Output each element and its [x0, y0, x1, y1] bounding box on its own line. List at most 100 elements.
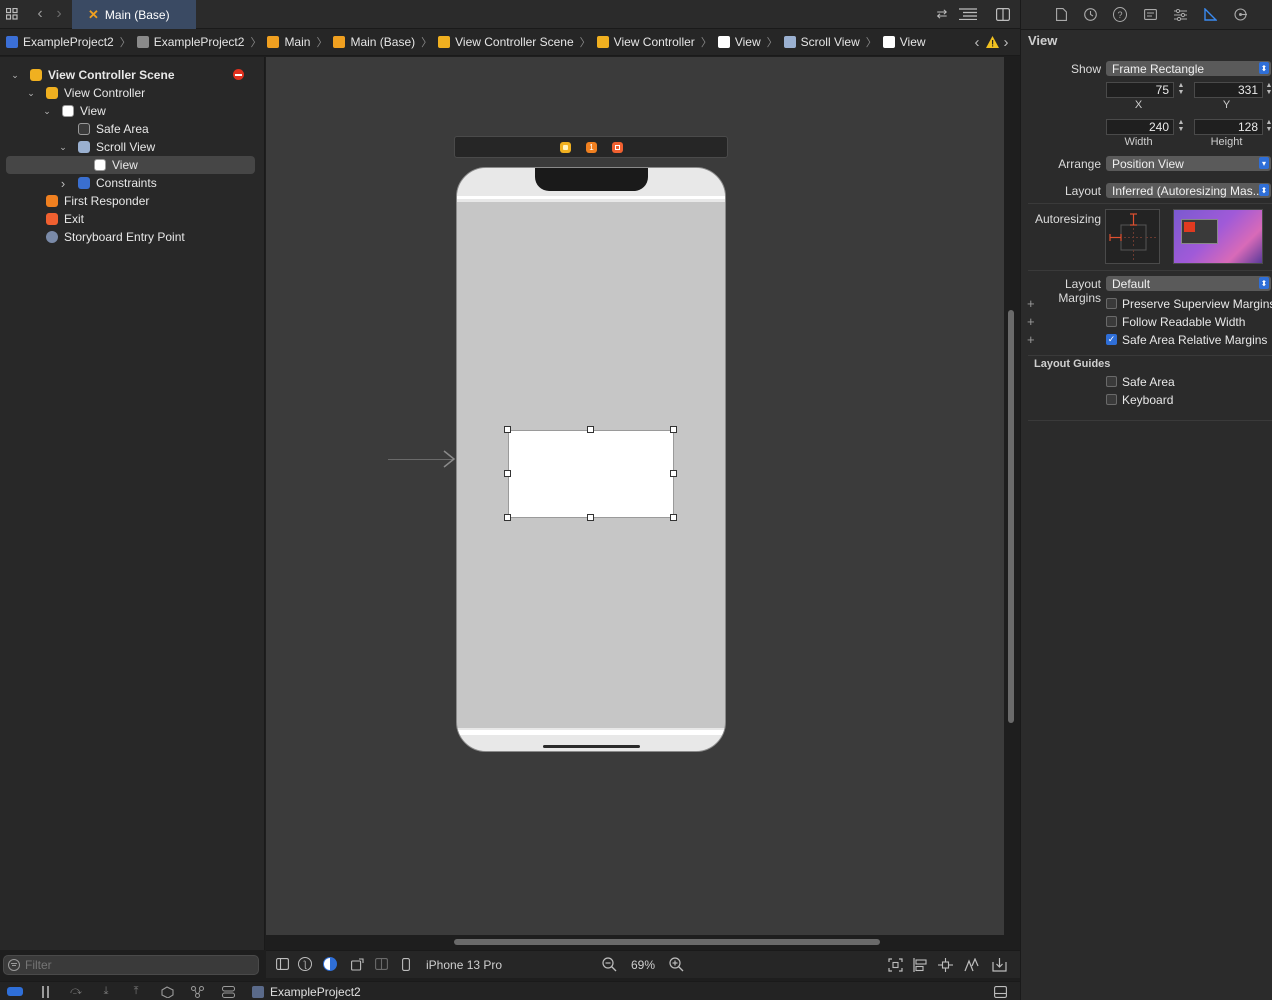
outline-item[interactable]: ⌄ Scroll View: [6, 138, 255, 156]
size-inspector-icon[interactable]: [1203, 7, 1217, 22]
outline-item[interactable]: ⌄ View: [6, 102, 255, 120]
memory-graph-icon[interactable]: [190, 985, 204, 998]
device-icon[interactable]: [401, 957, 411, 971]
view-controller-dock-icon[interactable]: [560, 142, 571, 153]
first-responder-dock-icon[interactable]: 1: [586, 142, 597, 153]
toggle-outline-icon[interactable]: [275, 957, 289, 971]
outline-item[interactable]: › Constraints: [6, 174, 255, 192]
add-constraints-icon[interactable]: [937, 957, 953, 972]
align-icon[interactable]: [912, 957, 928, 972]
disclosure-triangle-icon[interactable]: ⌄: [58, 142, 68, 153]
filter-input[interactable]: [25, 958, 245, 972]
next-issue-chevron-icon[interactable]: ›: [1001, 34, 1011, 51]
environment-overrides-icon[interactable]: [221, 985, 235, 998]
tab-main-base[interactable]: ✕ Main (Base): [72, 0, 196, 29]
console-toggle-icon[interactable]: [7, 987, 23, 996]
zoom-in-icon[interactable]: [668, 957, 684, 972]
breadcrumb-item[interactable]: ExampleProject2: [6, 35, 114, 49]
outline-item[interactable]: View: [6, 156, 255, 174]
outline-item[interactable]: First Responder: [6, 192, 255, 210]
checkbox[interactable]: [1106, 394, 1117, 405]
x-stepper-icon[interactable]: ▲ ▼: [1176, 82, 1186, 98]
disclosure-triangle-icon[interactable]: ⌄: [10, 70, 20, 81]
step-over-icon[interactable]: ⤼: [69, 985, 83, 998]
resize-handle-tl[interactable]: [504, 426, 511, 433]
breadcrumb-item[interactable]: View: [717, 35, 761, 49]
breadcrumb-item[interactable]: View: [882, 35, 926, 49]
resize-handle-tm[interactable]: [587, 426, 594, 433]
appearance-icon[interactable]: [323, 957, 337, 971]
outline-item[interactable]: ⌄ View Controller: [6, 84, 255, 102]
pause-icon[interactable]: [40, 985, 52, 998]
disclosure-triangle-icon[interactable]: ›: [58, 176, 68, 191]
plus-icon[interactable]: +: [1027, 332, 1035, 347]
checkbox[interactable]: ✓: [1106, 334, 1117, 345]
width-field[interactable]: 240: [1106, 119, 1174, 135]
accessibility-icon[interactable]: ƪ: [298, 957, 312, 971]
storyboard-canvas[interactable]: 1: [266, 57, 1014, 945]
history-inspector-icon[interactable]: [1083, 7, 1097, 22]
disclosure-triangle-icon[interactable]: ⌄: [26, 88, 36, 99]
resize-handle-tr[interactable]: [670, 426, 677, 433]
add-editor-icon[interactable]: [995, 7, 1011, 21]
breadcrumb-item[interactable]: Scroll View: [783, 35, 860, 49]
connections-inspector-icon[interactable]: [1233, 7, 1247, 22]
resize-handle-bm[interactable]: [587, 514, 594, 521]
y-field[interactable]: 331: [1194, 82, 1263, 98]
breadcrumb-item[interactable]: Main: [267, 35, 310, 49]
resolve-issues-icon[interactable]: [963, 957, 979, 972]
layout-popup[interactable]: Inferred (Autoresizing Mas... ⬍: [1106, 183, 1271, 198]
forward-chevron-icon[interactable]: ›: [52, 5, 66, 22]
zoom-out-icon[interactable]: [601, 957, 617, 972]
step-into-icon[interactable]: ⤓: [99, 985, 113, 998]
selected-content-view[interactable]: [508, 430, 674, 518]
zoom-level[interactable]: 69%: [631, 958, 655, 972]
attributes-inspector-icon[interactable]: [1173, 7, 1187, 22]
step-out-icon[interactable]: ⤒: [129, 985, 143, 998]
resize-handle-ml[interactable]: [504, 470, 511, 477]
back-chevron-icon[interactable]: ‹: [33, 5, 47, 22]
filter-field[interactable]: [3, 955, 259, 975]
resize-handle-bl[interactable]: [504, 514, 511, 521]
x-field[interactable]: 75: [1106, 82, 1174, 98]
swap-arrows-icon[interactable]: ⇄: [934, 6, 950, 21]
quick-help-icon[interactable]: ?: [1113, 7, 1127, 22]
checkbox[interactable]: [1106, 376, 1117, 387]
arrange-popup[interactable]: Position View ▾: [1106, 156, 1271, 171]
horizontal-scrollbar[interactable]: [454, 939, 880, 945]
breadcrumb-item[interactable]: View Controller Scene: [438, 35, 574, 49]
warning-icon[interactable]: [985, 35, 999, 49]
breadcrumb-item[interactable]: View Controller: [596, 35, 695, 49]
view-hierarchy-icon[interactable]: [160, 985, 174, 998]
identity-inspector-icon[interactable]: [1143, 7, 1157, 22]
update-frames-icon[interactable]: [887, 957, 903, 972]
device-name[interactable]: iPhone 13 Pro: [426, 958, 502, 972]
lines-menu-icon[interactable]: [958, 6, 978, 22]
autoresizing-control[interactable]: [1105, 209, 1160, 264]
breadcrumb-item[interactable]: ExampleProject2: [136, 35, 244, 49]
file-inspector-icon[interactable]: [1054, 7, 1068, 22]
resize-handle-mr[interactable]: [670, 470, 677, 477]
outline-item[interactable]: Safe Area: [6, 120, 255, 138]
breadcrumb-item[interactable]: Main (Base): [333, 35, 415, 49]
plus-icon[interactable]: +: [1027, 314, 1035, 329]
resize-handle-br[interactable]: [670, 514, 677, 521]
exit-dock-icon[interactable]: [612, 142, 623, 153]
plus-icon[interactable]: +: [1027, 296, 1035, 311]
y-stepper-icon[interactable]: ▲ ▼: [1264, 82, 1272, 98]
outline-item[interactable]: Storyboard Entry Point: [6, 228, 255, 246]
error-badge-icon[interactable]: [233, 69, 244, 80]
height-field[interactable]: 128: [1194, 119, 1263, 135]
width-stepper-icon[interactable]: ▲ ▼: [1176, 119, 1186, 135]
show-popup[interactable]: Frame Rectangle ⬍: [1106, 61, 1271, 76]
outline-item[interactable]: ⌄ View Controller Scene: [6, 66, 255, 84]
previous-issue-chevron-icon[interactable]: ‹: [972, 34, 982, 51]
outline-item[interactable]: Exit: [6, 210, 255, 228]
checkbox[interactable]: [1106, 298, 1117, 309]
hide-debug-area-icon[interactable]: [993, 985, 1007, 998]
grid-icon[interactable]: [5, 7, 19, 21]
embed-in-icon[interactable]: [991, 957, 1007, 972]
height-stepper-icon[interactable]: ▲ ▼: [1264, 119, 1272, 135]
disclosure-triangle-icon[interactable]: ⌄: [42, 106, 52, 117]
layout-margins-popup[interactable]: Default ⬍: [1106, 276, 1271, 291]
